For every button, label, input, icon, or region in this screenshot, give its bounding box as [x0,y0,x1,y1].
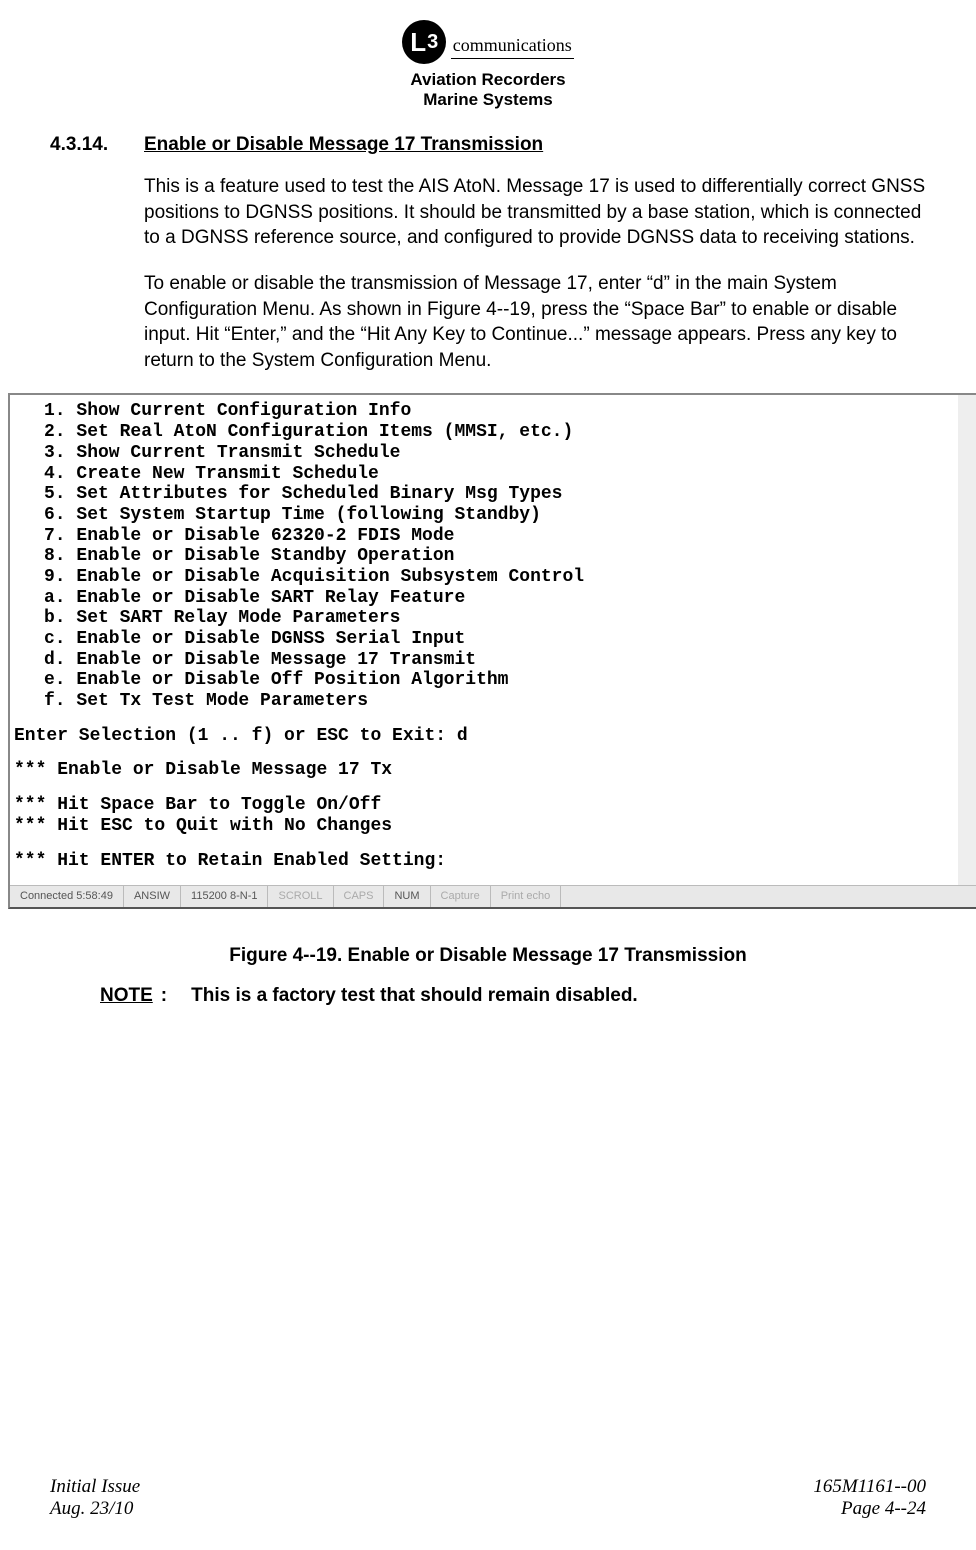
note-text: This is a factory test that should remai… [191,985,638,1007]
section-number: 4.3.14. [50,134,144,156]
section-heading: 4.3.14. Enable or Disable Message 17 Tra… [50,134,926,156]
figure-caption: Figure 4--19. Enable or Disable Message … [50,945,926,967]
status-capture: Capture [431,886,491,907]
terminal-content: 1. Show Current Configuration Info 2. Se… [10,395,976,885]
menu-item: 5. Set Attributes for Scheduled Binary M… [44,484,956,505]
menu-item: 7. Enable or Disable 62320-2 FDIS Mode [44,526,956,547]
page-footer: Initial Issue Aug. 23/10 165M1161--00 Pa… [50,1476,926,1520]
document-header: L3 communications Aviation Recorders Mar… [50,20,926,110]
note-block: NOTE: This is a factory test that should… [100,985,926,1007]
terminal-message: *** Hit Space Bar to Toggle On/Off [12,795,956,816]
terminal-statusbar: Connected 5:58:49 ANSIW 115200 8-N-1 SCR… [10,885,976,907]
menu-item: c. Enable or Disable DGNSS Serial Input [44,629,956,650]
l3-logo-icon: L3 [402,20,446,64]
division-line-1: Aviation Recorders [402,70,573,90]
menu-item: 6. Set System Startup Time (following St… [44,505,956,526]
status-num: NUM [384,886,430,907]
terminal-menu: 1. Show Current Configuration Info 2. Se… [12,401,956,711]
note-colon: : [161,985,167,1007]
status-connected: Connected 5:58:49 [10,886,124,907]
menu-item: 9. Enable or Disable Acquisition Subsyst… [44,567,956,588]
logo-digit-3: 3 [427,31,438,54]
terminal-message: *** Hit ENTER to Retain Enabled Setting: [12,851,956,872]
terminal-message: *** Hit ESC to Quit with No Changes [12,816,956,837]
status-caps: CAPS [334,886,385,907]
footer-issue: Initial Issue [50,1476,140,1498]
menu-item: f. Set Tx Test Mode Parameters [44,691,956,712]
menu-item: 8. Enable or Disable Standby Operation [44,546,956,567]
menu-item: 4. Create New Transmit Schedule [44,464,956,485]
status-print-echo: Print echo [491,886,562,907]
logo-communications: communications [451,35,574,59]
footer-docnum: 165M1161--00 [813,1476,926,1498]
division-line-2: Marine Systems [402,90,573,110]
paragraph-2: To enable or disable the transmission of… [144,271,926,374]
status-terminal-type: ANSIW [124,886,181,907]
menu-item: b. Set SART Relay Mode Parameters [44,608,956,629]
menu-item: d. Enable or Disable Message 17 Transmit [44,650,956,671]
menu-item: a. Enable or Disable SART Relay Feature [44,588,956,609]
terminal-message: *** Enable or Disable Message 17 Tx [12,760,956,781]
l3-logo: L3 communications Aviation Recorders Mar… [402,20,573,110]
footer-page: Page 4--24 [813,1498,926,1520]
logo-letter-l: L [410,27,426,58]
terminal-window: 1. Show Current Configuration Info 2. Se… [8,393,976,908]
paragraph-1: This is a feature used to test the AIS A… [144,174,926,251]
menu-item: 2. Set Real AtoN Configuration Items (MM… [44,422,956,443]
terminal-prompt: Enter Selection (1 .. f) or ESC to Exit:… [12,726,956,747]
menu-item: e. Enable or Disable Off Position Algori… [44,670,956,691]
section-title: Enable or Disable Message 17 Transmissio… [144,134,543,156]
status-port: 115200 8-N-1 [181,886,268,907]
footer-date: Aug. 23/10 [50,1498,140,1520]
menu-item: 1. Show Current Configuration Info [44,401,956,422]
menu-item: 3. Show Current Transmit Schedule [44,443,956,464]
note-label: NOTE [100,985,153,1007]
status-scroll: SCROLL [268,886,333,907]
